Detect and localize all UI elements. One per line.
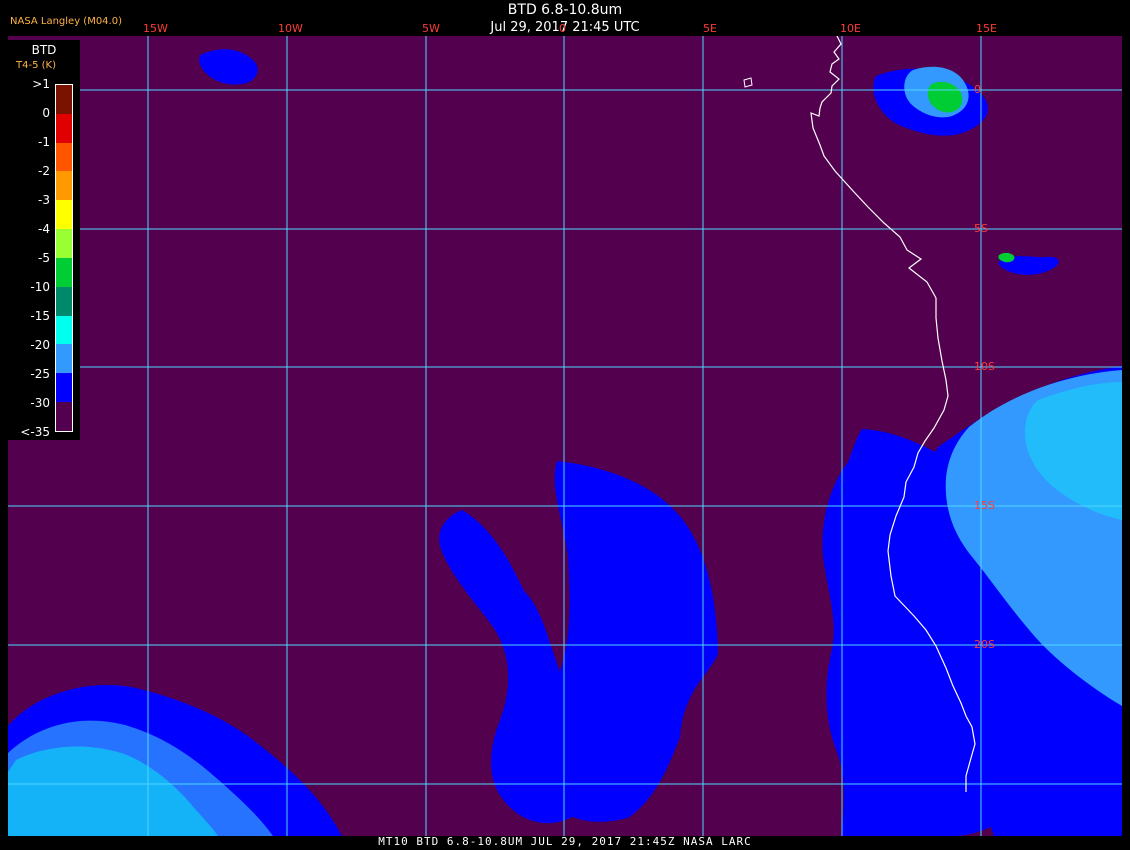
legend-swatch-minus20 <box>56 344 72 374</box>
legend-label-minus5: -5 <box>38 251 50 265</box>
lat-label-10s: 10S <box>974 360 995 373</box>
legend-swatch-minus30 <box>56 402 72 431</box>
lon-label-15w: 15W <box>143 22 168 35</box>
color-legend: BTD T4-5 (K) >1 0 -1 -2 -3 -4 -5 -10 -15… <box>8 40 80 440</box>
legend-swatch-minus15 <box>56 315 72 345</box>
legend-label-minus15: -15 <box>30 309 50 323</box>
legend-label-minus4: -4 <box>38 222 50 236</box>
satellite-image-frame: BTD 6.8-10.8um Jul 29, 2017 21:45 UTC NA… <box>0 0 1130 850</box>
source-label: NASA Langley (M04.0) <box>10 16 122 27</box>
legend-swatch-minus2 <box>56 171 72 201</box>
legend-label-minus30: -30 <box>30 396 50 410</box>
legend-subtitle: T4-5 (K) <box>16 60 56 71</box>
lon-label-10e: 10E <box>840 22 861 35</box>
legend-title: BTD <box>31 43 57 57</box>
legend-label-0: 0 <box>42 106 50 120</box>
image-title: BTD 6.8-10.8um <box>507 2 623 18</box>
lon-label-10w: 10W <box>278 22 303 35</box>
legend-swatch-minus5 <box>56 257 72 287</box>
legend-label-minus25: -25 <box>30 367 50 381</box>
lon-label-0: 0 <box>559 22 566 35</box>
legend-label-gt1: >1 <box>32 77 50 91</box>
map-panel <box>8 36 1122 836</box>
lon-label-5e: 5E <box>703 22 717 35</box>
lon-label-15e: 15E <box>976 22 997 35</box>
legend-label-minus1: -1 <box>38 135 50 149</box>
legend-label-minus20: -20 <box>30 338 50 352</box>
legend-swatch-minus1 <box>56 142 72 172</box>
lat-label-15s: 15S <box>974 499 995 512</box>
lat-label-0: 0 <box>974 83 981 96</box>
footer-caption: MT10 BTD 6.8-10.8UM JUL 29, 2017 21:45Z … <box>378 835 752 848</box>
legend-swatch-minus4 <box>56 229 72 258</box>
lat-label-5s: 5S <box>974 222 988 235</box>
lat-label-20s: 20S <box>974 638 995 651</box>
legend-label-minus2: -2 <box>38 164 50 178</box>
legend-swatch-0 <box>56 113 72 143</box>
map-svg <box>8 36 1122 836</box>
legend-label-minus10: -10 <box>30 280 50 294</box>
legend-swatch-minus3 <box>56 200 72 230</box>
legend-label-lt-minus35: <-35 <box>20 425 50 439</box>
legend-swatch-minus10 <box>56 286 72 316</box>
legend-swatch-gt1 <box>56 85 72 114</box>
lon-label-5w: 5W <box>422 22 440 35</box>
legend-color-scale <box>55 84 73 432</box>
legend-swatch-minus25 <box>56 373 72 403</box>
legend-label-minus3: -3 <box>38 193 50 207</box>
